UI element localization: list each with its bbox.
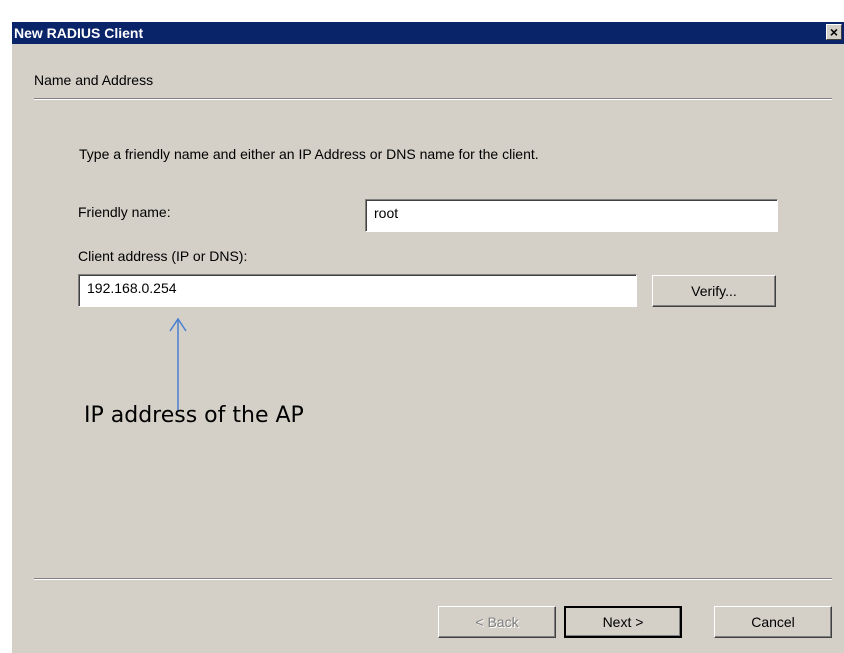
new-radius-client-dialog: New RADIUS Client × Name and Address Typ… <box>12 22 844 653</box>
cancel-button[interactable]: Cancel <box>714 606 832 638</box>
friendly-name-label: Friendly name: <box>78 204 171 220</box>
back-button[interactable]: < Back <box>438 606 556 638</box>
annotation-label: IP address of the AP <box>84 403 304 428</box>
next-button[interactable]: Next > <box>564 606 682 638</box>
header-divider <box>34 98 832 100</box>
verify-button[interactable]: Verify... <box>652 275 776 307</box>
close-button[interactable]: × <box>826 24 842 40</box>
title-bar[interactable]: New RADIUS Client × <box>12 22 844 44</box>
section-title: Name and Address <box>34 72 154 88</box>
friendly-name-input[interactable]: root <box>365 199 778 232</box>
window-title: New RADIUS Client <box>14 25 144 41</box>
client-address-input[interactable]: 192.168.0.254 <box>78 274 637 307</box>
close-icon: × <box>829 24 839 40</box>
client-address-label: Client address (IP or DNS): <box>78 248 248 264</box>
up-arrow-icon <box>169 317 187 411</box>
instruction-text: Type a friendly name and either an IP Ad… <box>79 146 539 162</box>
footer-divider <box>34 578 832 580</box>
